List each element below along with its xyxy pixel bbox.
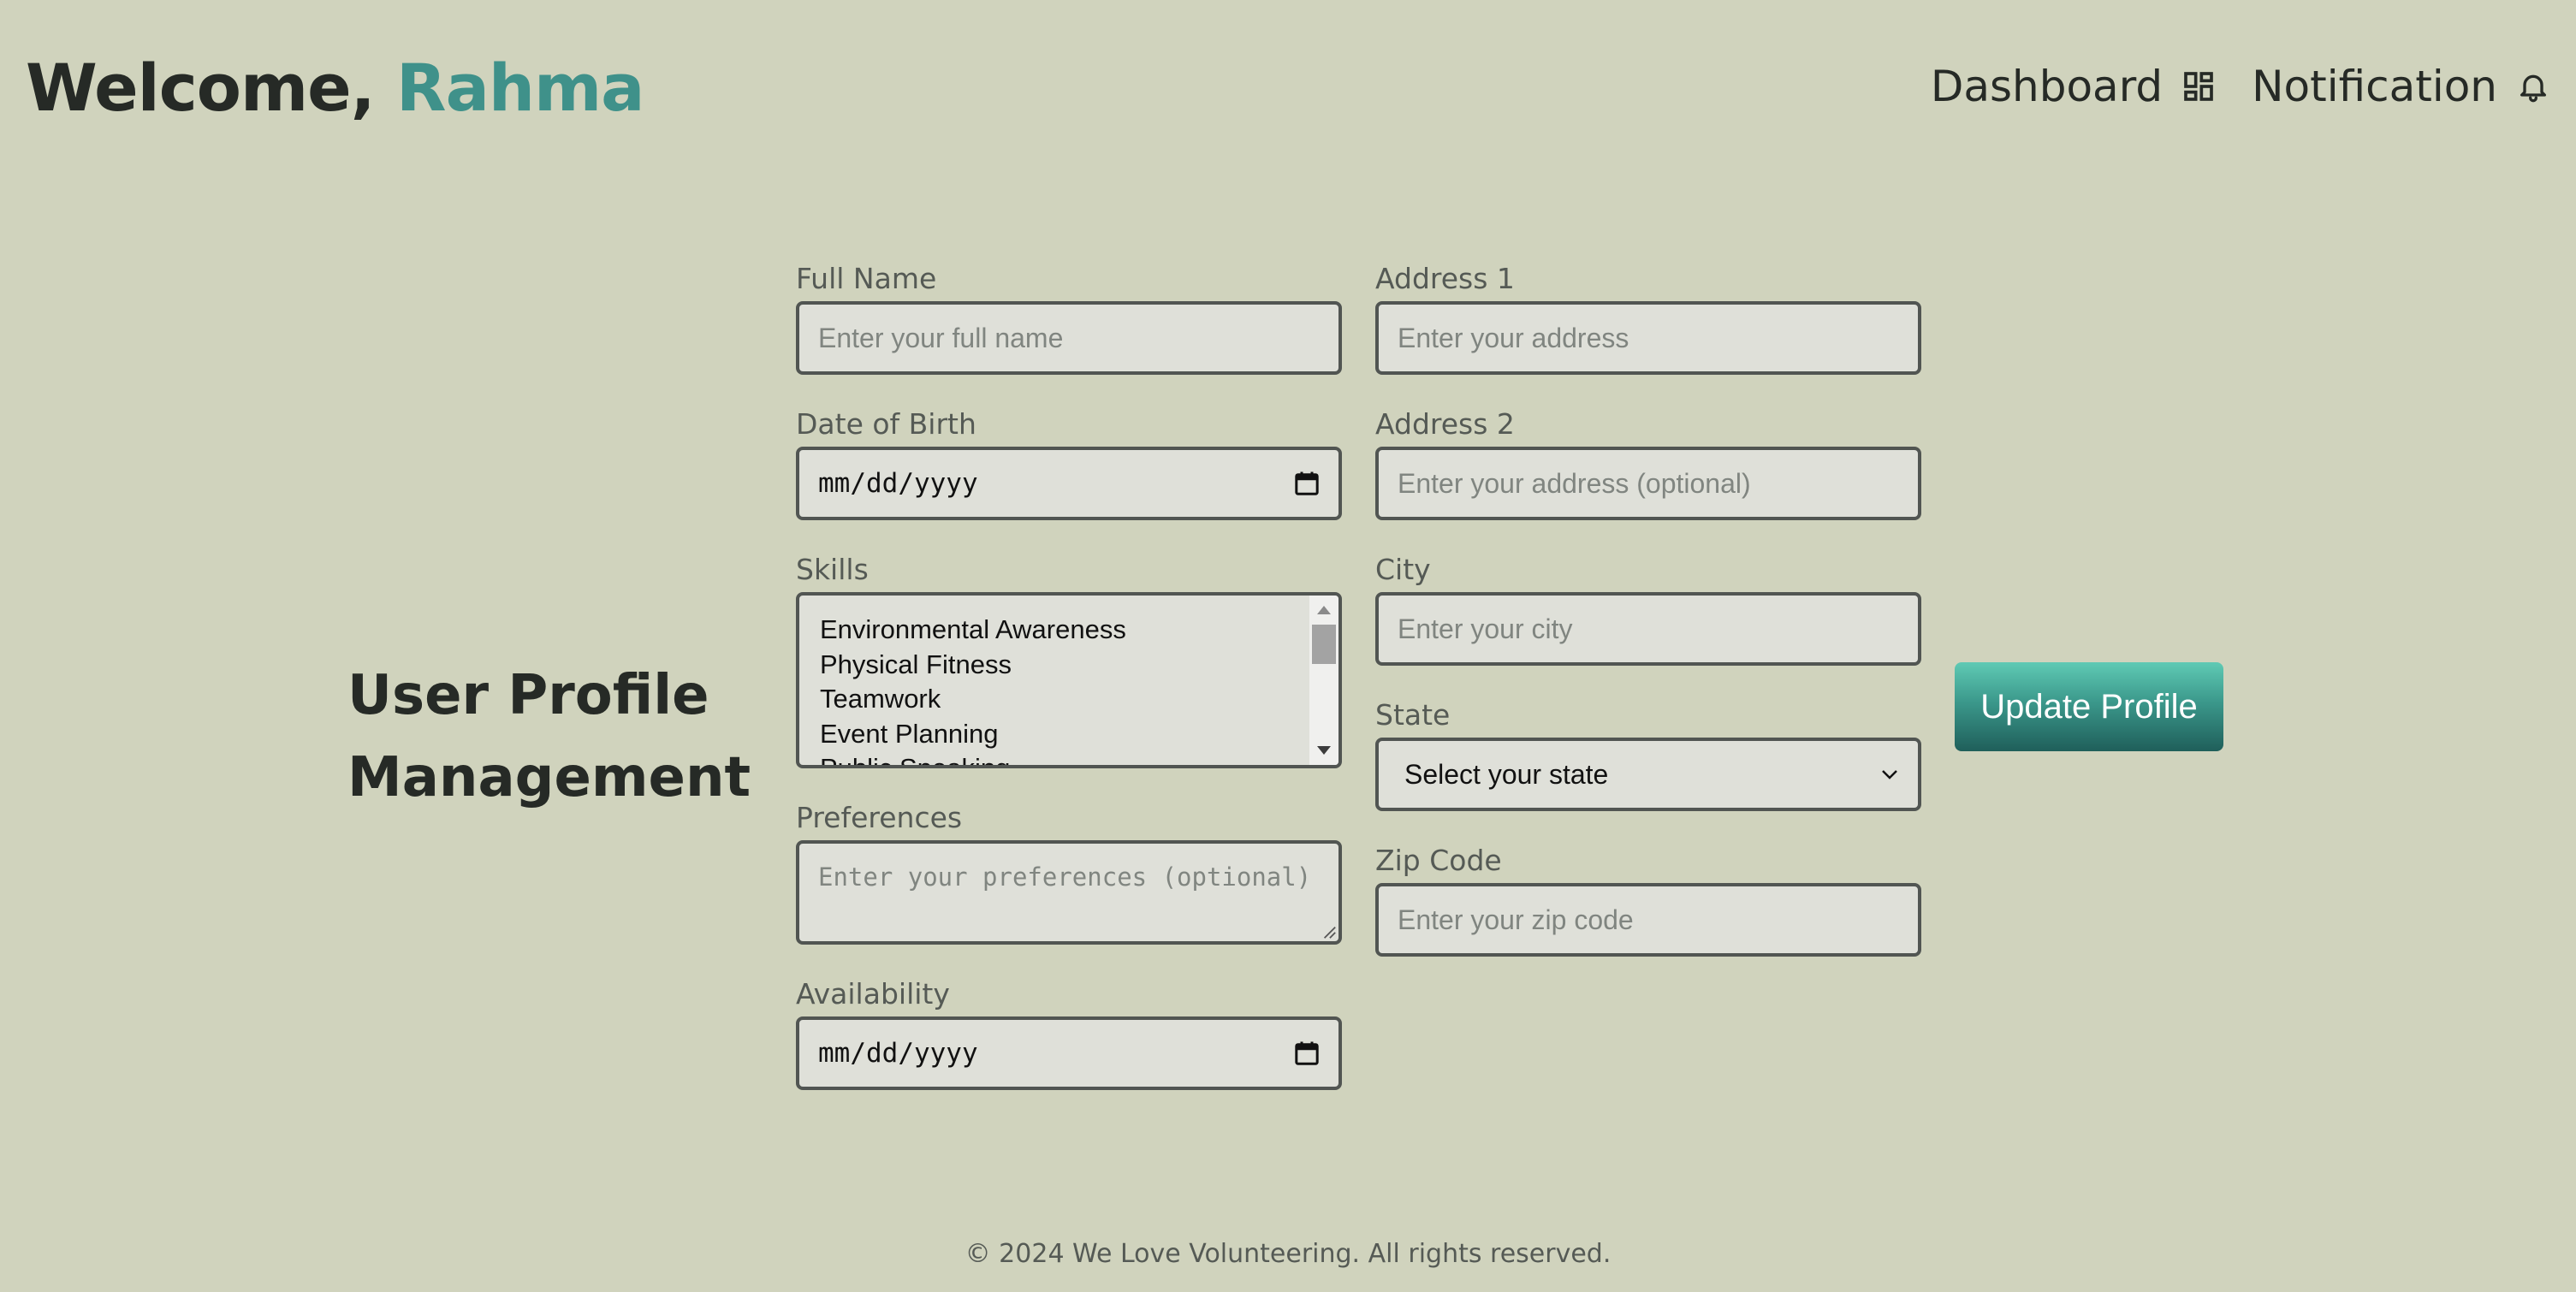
address1-label: Address 1 (1375, 262, 1515, 295)
address2-placeholder: Enter your address (optional) (1398, 467, 1751, 499)
full-name-placeholder: Enter your full name (818, 322, 1064, 353)
footer-copyright: © 2024 We Love Volunteering. All rights … (965, 1239, 1611, 1269)
page-title: User Profile Management (347, 655, 751, 819)
nav-notification[interactable]: Notification (2252, 47, 2550, 126)
city-label: City (1375, 553, 1431, 586)
update-profile-button[interactable]: Update Profile (1955, 662, 2223, 751)
state-select[interactable]: Select your state (1375, 738, 1921, 811)
scroll-down-icon[interactable] (1317, 746, 1331, 755)
nav-dashboard[interactable]: Dashboard (1931, 47, 2216, 126)
user-name: Rahma (396, 50, 644, 126)
address1-placeholder: Enter your address (1398, 322, 1629, 353)
state-selected: Select your state (1404, 758, 1609, 790)
page-title-line2: Management (347, 746, 751, 809)
state-label: State (1375, 698, 1451, 732)
full-name-label: Full Name (796, 262, 937, 295)
nav-dashboard-label: Dashboard (1930, 62, 2163, 111)
skill-option[interactable]: Teamwork (820, 682, 1338, 717)
skills-listbox[interactable]: Environmental Awareness Physical Fitness… (796, 592, 1342, 768)
top-nav: Dashboard Notification (1931, 47, 2550, 126)
form-column-right: Address 1 Enter your address Address 2 E… (1375, 257, 1923, 984)
address1-input[interactable]: Enter your address (1375, 301, 1921, 375)
dob-input[interactable]: mm/dd/yyyy (796, 447, 1342, 520)
bell-icon (2520, 74, 2546, 103)
availability-input[interactable]: mm/dd/yyyy (796, 1016, 1342, 1090)
welcome-heading: Welcome, Rahma (26, 41, 644, 135)
page-title-line1: User Profile (347, 664, 709, 727)
nav-notification-label: Notification (2252, 62, 2497, 111)
dashboard-icon (2184, 72, 2213, 101)
calendar-icon[interactable] (1294, 471, 1320, 496)
skill-option[interactable]: Environmental Awareness (820, 613, 1338, 648)
skill-option[interactable]: Physical Fitness (820, 648, 1338, 683)
welcome-prefix: Welcome, (26, 50, 397, 126)
address2-input[interactable]: Enter your address (optional) (1375, 447, 1921, 520)
availability-label: Availability (796, 977, 950, 1010)
zip-placeholder: Enter your zip code (1398, 904, 1634, 935)
form-column-left: Full Name Enter your full name Date of B… (796, 257, 1344, 1117)
dob-value: mm/dd/yyyy (818, 468, 978, 499)
scroll-up-icon[interactable] (1317, 606, 1331, 614)
scroll-thumb[interactable] (1312, 625, 1336, 664)
full-name-input[interactable]: Enter your full name (796, 301, 1342, 375)
calendar-icon[interactable] (1294, 1040, 1320, 1066)
preferences-placeholder: Enter your preferences (optional) (818, 862, 1312, 892)
resize-grip-icon[interactable] (1321, 924, 1337, 939)
preferences-textarea[interactable]: Enter your preferences (optional) (796, 840, 1342, 945)
chevron-down-icon (1882, 770, 1897, 779)
skill-option[interactable]: Event Planning (820, 717, 1338, 752)
dob-label: Date of Birth (796, 407, 976, 441)
skills-scrollbar[interactable] (1309, 596, 1338, 765)
page: Welcome, Rahma Dashboard Notification Us… (0, 0, 2576, 1292)
city-placeholder: Enter your city (1398, 613, 1573, 644)
skill-option[interactable]: Public Speaking (820, 751, 1338, 765)
preferences-label: Preferences (796, 801, 963, 834)
availability-value: mm/dd/yyyy (818, 1038, 978, 1069)
skills-label: Skills (796, 553, 869, 586)
zip-input[interactable]: Enter your zip code (1375, 883, 1921, 957)
city-input[interactable]: Enter your city (1375, 592, 1921, 666)
zip-label: Zip Code (1375, 844, 1502, 877)
address2-label: Address 2 (1375, 407, 1515, 441)
